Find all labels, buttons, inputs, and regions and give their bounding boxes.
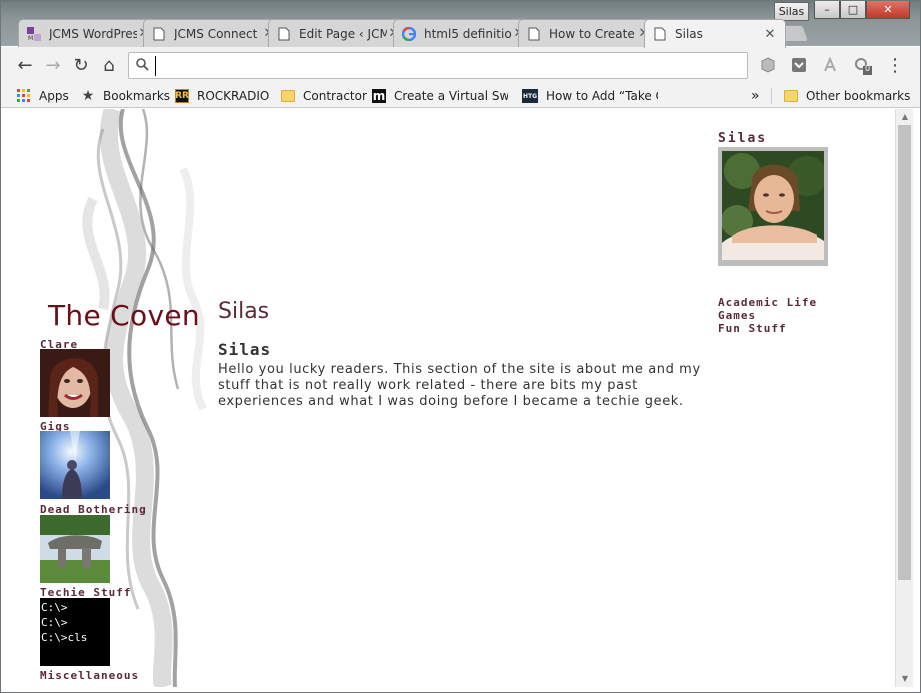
page-icon	[152, 27, 166, 41]
folder-icon	[784, 89, 798, 103]
sidebar-title[interactable]: Silas	[718, 131, 767, 146]
tab-label: How to Create	[549, 26, 635, 41]
tab-label: Edit Page ‹ JCMS	[299, 26, 387, 41]
bookmark-rockradio[interactable]: RR ROCKRADIO	[175, 87, 269, 105]
rockradio-icon: RR	[175, 89, 189, 103]
url-input[interactable]	[155, 56, 735, 76]
address-bar[interactable]	[128, 52, 748, 79]
tab-jcms-wordpress[interactable]: M JCMS WordPress ✕	[18, 19, 160, 47]
jcms-favicon-icon: M	[27, 26, 41, 41]
sidebar-link-academic-life[interactable]: Academic Life	[718, 296, 817, 309]
bookmark-label: Create a Virtual Switc	[394, 89, 508, 103]
back-button[interactable]: ←	[14, 55, 36, 77]
m-icon: m	[372, 89, 386, 103]
web-page: The Coven Clare Gigs Dead Bothering Tech…	[8, 109, 895, 687]
clare-thumbnail[interactable]	[40, 349, 110, 417]
console-text: C:\> C:\> C:\>cls	[41, 601, 88, 644]
page-icon	[527, 27, 541, 41]
minimize-button[interactable]: –	[814, 0, 840, 19]
section-heading: Silas	[218, 340, 272, 359]
extension-badge-count: 0	[865, 64, 871, 73]
page-scrollbar[interactable]: ▲ ▼	[895, 109, 913, 687]
scrollbar-thumb[interactable]	[898, 125, 911, 580]
apps-icon	[17, 89, 31, 103]
bookmark-bookmarks[interactable]: ★ Bookmarks	[81, 87, 170, 105]
tab-how-to-create[interactable]: How to Create ✕	[518, 19, 660, 47]
maximize-button[interactable]: □	[840, 0, 866, 19]
bookmark-how-to-add[interactable]: HTG How to Add “Take Ov	[522, 87, 658, 105]
bookmark-label: Apps	[39, 89, 69, 103]
tab-label: JCMS WordPress	[49, 26, 137, 41]
bookmark-other[interactable]: Other bookmarks	[784, 87, 910, 105]
techie-stuff-thumbnail[interactable]: C:\> C:\> C:\>cls	[40, 598, 110, 666]
tab-label: html5 definition	[424, 26, 512, 41]
tab-html5-definition[interactable]: html5 definition ✕	[393, 19, 535, 47]
sidebar-link-games[interactable]: Games	[718, 309, 756, 322]
bookmark-label: How to Add “Take Ov	[546, 89, 658, 103]
menu-button[interactable]: ⋮	[884, 55, 906, 77]
page-heading: Silas	[218, 299, 270, 324]
tab-close-icon[interactable]: ✕	[763, 27, 777, 42]
extension-pocket-icon[interactable]	[791, 57, 807, 73]
scroll-down-arrow-icon[interactable]: ▼	[896, 671, 914, 687]
extension-badge-icon[interactable]: 0	[854, 57, 872, 75]
bookmark-apps[interactable]: Apps	[17, 87, 69, 105]
forward-button[interactable]: →	[42, 55, 64, 77]
bookmarks-overflow-button[interactable]: »	[751, 87, 760, 105]
intro-paragraph: Hello you lucky readers. This section of…	[218, 362, 701, 409]
page-icon	[653, 27, 667, 41]
bookmark-create-virtual-switch[interactable]: m Create a Virtual Switc	[372, 87, 508, 105]
google-icon	[402, 26, 416, 41]
dead-bothering-thumbnail[interactable]	[40, 515, 110, 583]
bookmarks-divider	[771, 88, 772, 104]
bookmark-label: Bookmarks	[103, 89, 171, 103]
window-titlebar: Silas – □ ✕ M JCMS WordPress ✕ JCMS Conn…	[0, 0, 921, 48]
gigs-thumbnail[interactable]	[40, 431, 110, 499]
scroll-up-arrow-icon[interactable]: ▲	[896, 109, 914, 125]
tab-silas[interactable]: Silas ✕	[644, 19, 786, 48]
nav-link-miscellaneous[interactable]: Miscellaneous	[40, 669, 139, 682]
reload-button[interactable]: ↻	[70, 55, 92, 77]
svg-text:M: M	[28, 35, 33, 41]
site-title[interactable]: The Coven	[48, 299, 200, 332]
window-controls: – □ ✕	[814, 0, 910, 20]
extension-pdf-icon[interactable]	[822, 56, 838, 73]
bookmark-label: Contractor	[303, 89, 367, 103]
star-icon: ★	[81, 88, 95, 104]
bookmarks-bar: Apps ★ Bookmarks RR ROCKRADIO Contractor…	[0, 84, 921, 108]
browser-toolbar: ← → ↻ ⌂ 0 ⋮	[0, 47, 921, 84]
bookmark-contractor[interactable]: Contractor	[281, 87, 367, 105]
folder-icon	[281, 89, 295, 103]
sidebar-link-fun-stuff[interactable]: Fun Stuff	[718, 322, 787, 335]
close-window-button[interactable]: ✕	[866, 0, 910, 19]
bookmark-label: ROCKRADIO	[197, 89, 270, 103]
search-icon	[136, 58, 149, 75]
home-button[interactable]: ⌂	[98, 55, 120, 77]
bookmark-label: Other bookmarks	[806, 89, 911, 103]
extension-cube-icon[interactable]	[760, 57, 776, 73]
page-icon	[277, 27, 291, 41]
htg-icon: HTG	[522, 89, 538, 103]
tab-label: Silas	[675, 27, 703, 41]
tab-edit-page[interactable]: Edit Page ‹ JCMS ✕	[268, 19, 410, 47]
silas-photo[interactable]	[718, 147, 828, 266]
tab-label: JCMS Connect	[174, 26, 258, 41]
tab-jcms-connect[interactable]: JCMS Connect ✕	[143, 19, 285, 47]
